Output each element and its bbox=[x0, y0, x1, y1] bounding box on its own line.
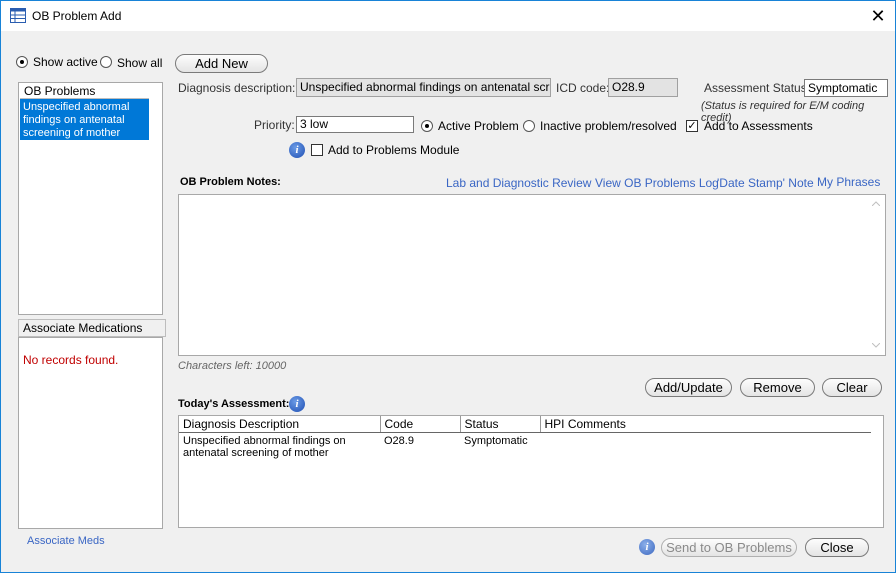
column-header-status[interactable]: Status bbox=[460, 416, 541, 433]
scroll-down-icon[interactable] bbox=[872, 343, 880, 348]
assessment-status-field[interactable]: Symptomatic bbox=[804, 79, 888, 97]
scroll-up-icon[interactable] bbox=[872, 201, 880, 206]
row-status: Symptomatic bbox=[464, 435, 528, 447]
add-new-button[interactable]: Add New bbox=[175, 54, 268, 73]
add-to-problems-module-checkbox[interactable] bbox=[311, 144, 323, 156]
table-icon bbox=[10, 8, 26, 23]
show-active-radio[interactable] bbox=[16, 56, 28, 68]
add-to-assessments-label[interactable]: Add to Assessments bbox=[704, 119, 813, 133]
date-stamp-note-link[interactable]: 'Date Stamp' Note bbox=[717, 176, 814, 190]
diagnosis-description-field[interactable]: Unspecified abnormal findings on antenat… bbox=[296, 78, 551, 97]
add-to-problems-module-label[interactable]: Add to Problems Module bbox=[328, 143, 459, 157]
info-icon[interactable]: i bbox=[289, 396, 305, 412]
assessment-status-label: Assessment Status: bbox=[704, 81, 811, 95]
row-hpi-comments bbox=[540, 433, 871, 462]
associate-meds-link[interactable]: Associate Meds bbox=[27, 535, 105, 547]
title-bar: OB Problem Add ✕ bbox=[1, 1, 895, 31]
no-records-text: No records found. bbox=[23, 353, 119, 367]
inactive-problem-label[interactable]: Inactive problem/resolved bbox=[540, 119, 677, 133]
priority-label: Priority: bbox=[254, 118, 295, 132]
todays-assessment-label: Today's Assessment: bbox=[178, 398, 290, 410]
clear-button[interactable]: Clear bbox=[822, 378, 882, 397]
close-window-icon[interactable]: ✕ bbox=[863, 3, 893, 29]
column-header-diagnosis[interactable]: Diagnosis Description bbox=[179, 416, 381, 433]
icd-code-label: ICD code: bbox=[556, 81, 610, 95]
icd-code-field[interactable]: O28.9 bbox=[608, 78, 678, 97]
show-all-radio[interactable] bbox=[100, 56, 112, 68]
assessment-table: Diagnosis Description Code Status HPI Co… bbox=[179, 416, 871, 461]
row-code: O28.9 bbox=[384, 435, 414, 447]
associate-medications-list: No records found. bbox=[18, 337, 163, 529]
column-header-code[interactable]: Code bbox=[380, 416, 461, 433]
active-problem-label[interactable]: Active Problem bbox=[438, 119, 519, 133]
active-problem-radio[interactable] bbox=[421, 120, 433, 132]
row-diagnosis-description: Unspecified abnormal findings on antenat… bbox=[183, 435, 346, 459]
priority-field[interactable]: 3 low bbox=[296, 116, 414, 133]
ob-problem-add-window: OB Problem Add ✕ Show active Show all Ad… bbox=[0, 0, 896, 573]
lab-diagnostic-review-link[interactable]: Lab and Diagnostic Review bbox=[446, 176, 591, 190]
characters-left-text: Characters left: 10000 bbox=[178, 360, 287, 372]
inactive-problem-radio[interactable] bbox=[523, 120, 535, 132]
ob-problem-item-selected[interactable]: Unspecified abnormal findings on antenat… bbox=[20, 99, 149, 140]
add-to-assessments-checkbox[interactable]: ✓ bbox=[686, 120, 698, 132]
show-all-label[interactable]: Show all bbox=[117, 56, 162, 70]
column-header-hpi-comments[interactable]: HPI Comments bbox=[540, 416, 871, 433]
associate-medications-header: Associate Medications bbox=[18, 319, 166, 337]
show-active-label[interactable]: Show active bbox=[33, 55, 98, 69]
view-ob-problems-log-link[interactable]: View OB Problems Log bbox=[595, 176, 719, 190]
info-icon[interactable]: i bbox=[289, 142, 305, 158]
my-phrases-link[interactable]: My Phrases bbox=[817, 175, 880, 189]
table-row[interactable]: Unspecified abnormal findings on antenat… bbox=[179, 433, 871, 462]
assessment-table-panel: Diagnosis Description Code Status HPI Co… bbox=[178, 415, 884, 528]
info-icon[interactable]: i bbox=[639, 539, 655, 555]
remove-button[interactable]: Remove bbox=[740, 378, 815, 397]
send-to-ob-problems-button[interactable]: Send to OB Problems bbox=[661, 538, 797, 557]
add-update-button[interactable]: Add/Update bbox=[645, 378, 732, 397]
close-button[interactable]: Close bbox=[805, 538, 869, 557]
diagnosis-label: Diagnosis description: bbox=[178, 81, 296, 95]
ob-problems-header: OB Problems bbox=[20, 84, 149, 99]
ob-problem-notes-label: OB Problem Notes: bbox=[180, 176, 281, 188]
ob-problem-notes-textarea[interactable] bbox=[178, 194, 886, 356]
ob-problems-list: OB Problems Unspecified abnormal finding… bbox=[18, 82, 163, 315]
window-title: OB Problem Add bbox=[32, 9, 122, 23]
table-header-row: Diagnosis Description Code Status HPI Co… bbox=[179, 416, 871, 433]
